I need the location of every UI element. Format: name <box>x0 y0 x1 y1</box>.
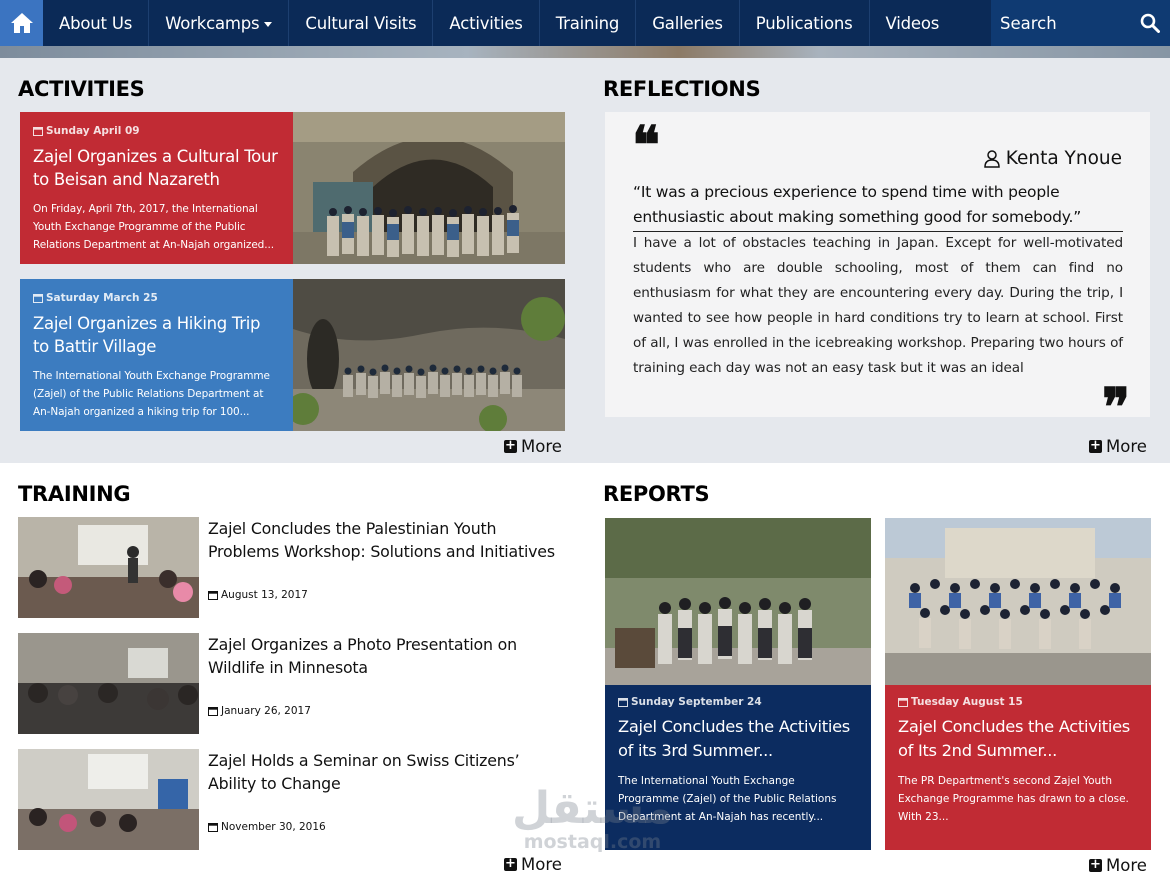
calendar-icon <box>208 591 218 600</box>
calendar-icon <box>33 127 43 136</box>
activity-date: Sunday April 09 <box>33 125 281 137</box>
search-icon[interactable] <box>1140 13 1160 33</box>
nav-workcamps[interactable]: Workcamps <box>149 0 290 46</box>
reflection-quote: “It was a precious experience to spend t… <box>633 180 1123 232</box>
report-date-text: Sunday September 24 <box>631 696 762 708</box>
reports-heading: REPORTS <box>603 482 710 506</box>
nav-publications-label: Publications <box>755 13 853 33</box>
activity-summary: The International Youth Exchange Program… <box>33 370 270 418</box>
plus-square-icon: + <box>1089 857 1102 872</box>
activity-card[interactable]: Sunday April 09 Zajel Organizes a Cultur… <box>20 112 565 264</box>
training-more-link[interactable]: + More <box>504 855 562 874</box>
training-title[interactable]: Zajel Concludes the Palestinian Youth Pr… <box>208 517 568 563</box>
nav-workcamps-label: Workcamps <box>165 13 260 33</box>
report-text: Tuesday August 15 Zajel Concludes the Ac… <box>885 685 1151 850</box>
reflections-heading: REFLECTIONS <box>603 77 761 101</box>
training-thumbnail[interactable] <box>18 633 199 734</box>
watermark-latin: mostaql.com <box>523 831 662 853</box>
activity-photo[interactable] <box>287 279 565 431</box>
training-date: November 30, 2016 <box>208 821 326 833</box>
reports-more-link[interactable]: + More <box>1089 856 1147 875</box>
nav-training-label: Training <box>555 13 620 33</box>
training-item[interactable]: Zajel Organizes a Photo Presentation on … <box>18 633 563 735</box>
activity-card[interactable]: Saturday March 25 Zajel Organizes a Hiki… <box>20 279 565 431</box>
watermark: مستقل mostaql.com <box>512 783 673 853</box>
report-photo[interactable] <box>885 518 1151 685</box>
report-title[interactable]: Zajel Concludes the Activities of Its 2n… <box>898 715 1138 763</box>
calendar-icon <box>33 294 43 303</box>
plus-square-icon: + <box>504 856 517 871</box>
chevron-down-icon <box>264 21 273 27</box>
search-input[interactable] <box>1000 13 1130 33</box>
reflection-author: Kenta Ynoue <box>983 148 1122 169</box>
home-button[interactable] <box>0 0 43 46</box>
nav-publications[interactable]: Publications <box>740 0 870 46</box>
watermark-arabic: مستقل <box>512 783 673 834</box>
activity-date-text: Sunday April 09 <box>46 125 140 137</box>
activity-summary: On Friday, April 7th, 2017, the Internat… <box>33 203 274 251</box>
activity-photo[interactable] <box>293 112 565 264</box>
activity-date-text: Saturday March 25 <box>46 292 158 304</box>
activities-more-label: More <box>521 437 562 456</box>
training-date: January 26, 2017 <box>208 705 311 717</box>
report-title[interactable]: Zajel Concludes the Activities of its 3r… <box>618 715 858 763</box>
nav-videos-label: Videos <box>885 13 940 33</box>
nav-cultural-visits[interactable]: Cultural Visits <box>289 0 434 46</box>
report-date: Sunday September 24 <box>618 696 858 708</box>
nav-training[interactable]: Training <box>540 0 637 46</box>
training-date-text: January 26, 2017 <box>221 705 311 717</box>
activity-title[interactable]: Zajel Organizes a Hiking Trip to Battir … <box>33 312 281 358</box>
activities-more-link[interactable]: + More <box>504 437 562 456</box>
nav-galleries[interactable]: Galleries <box>636 0 740 46</box>
top-navbar: About Us Workcamps Cultural Visits Activ… <box>0 0 1170 46</box>
calendar-icon <box>618 698 628 707</box>
reflection-body: I have a lot of obstacles teaching in Ja… <box>633 235 1123 376</box>
training-item[interactable]: Zajel Concludes the Palestinian Youth Pr… <box>18 517 563 619</box>
activity-date: Saturday March 25 <box>33 292 281 304</box>
training-item[interactable]: Zajel Holds a Seminar on Swiss Citizens’… <box>18 749 563 851</box>
activities-heading: ACTIVITIES <box>18 77 145 101</box>
quote-close-icon: ❞ <box>1102 377 1130 438</box>
training-more-label: More <box>521 855 562 874</box>
training-date-text: August 13, 2017 <box>221 589 308 601</box>
report-summary: The PR Department's second Zajel Youth E… <box>898 775 1129 823</box>
search-box <box>991 0 1170 46</box>
nav-about-us-label: About Us <box>59 13 133 33</box>
training-date: August 13, 2017 <box>208 589 308 601</box>
quote-open-icon: ❝ <box>632 115 660 176</box>
reflections-more-link[interactable]: + More <box>1089 437 1147 456</box>
calendar-icon <box>898 698 908 707</box>
nav-videos[interactable]: Videos <box>870 0 956 46</box>
reflections-more-label: More <box>1106 437 1147 456</box>
user-icon <box>983 149 1000 168</box>
plus-square-icon: + <box>504 438 517 453</box>
nav-activities[interactable]: Activities <box>433 0 540 46</box>
activity-title[interactable]: Zajel Organizes a Cultural Tour to Beisa… <box>33 145 281 191</box>
nav-galleries-label: Galleries <box>652 13 723 33</box>
nav-about-us[interactable]: About Us <box>43 0 150 46</box>
home-icon <box>10 13 33 33</box>
training-heading: TRAINING <box>18 482 131 506</box>
training-thumbnail[interactable] <box>18 517 199 618</box>
training-thumbnail[interactable] <box>18 749 199 850</box>
reflection-author-name: Kenta Ynoue <box>1005 148 1122 169</box>
reports-more-label: More <box>1106 856 1147 875</box>
calendar-icon <box>208 707 218 716</box>
training-title[interactable]: Zajel Organizes a Photo Presentation on … <box>208 633 568 679</box>
reflection-card: ❝ Kenta Ynoue “It was a precious experie… <box>605 112 1150 434</box>
training-date-text: November 30, 2016 <box>221 821 326 833</box>
report-card[interactable]: Tuesday August 15 Zajel Concludes the Ac… <box>885 518 1151 850</box>
banner-strip <box>0 46 1170 58</box>
report-date: Tuesday August 15 <box>898 696 1138 708</box>
nav-cultural-visits-label: Cultural Visits <box>305 13 417 33</box>
calendar-icon <box>208 823 218 832</box>
plus-square-icon: + <box>1089 438 1102 453</box>
report-photo[interactable] <box>605 518 871 685</box>
report-date-text: Tuesday August 15 <box>911 696 1023 708</box>
nav-activities-label: Activities <box>449 13 523 33</box>
